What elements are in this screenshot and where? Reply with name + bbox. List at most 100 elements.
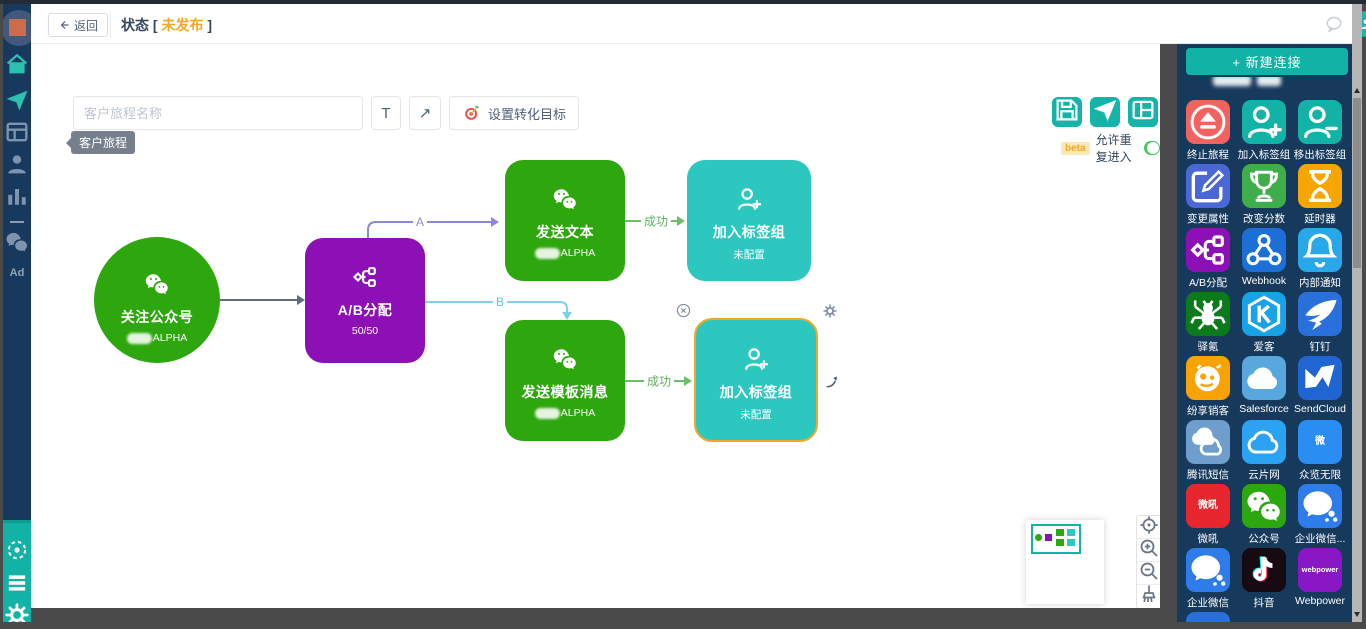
bell-icon — [1298, 228, 1342, 272]
pointer-tool-button[interactable]: ↗ — [409, 96, 441, 130]
hourglass-icon — [1298, 164, 1342, 208]
layout-icon — [3, 118, 31, 151]
connector-item[interactable]: 驿氪 — [1180, 292, 1236, 354]
cloud-icon — [1242, 356, 1286, 400]
zoom-controls — [1136, 515, 1160, 608]
node-send-text[interactable]: 发送文本 ALPHA — [505, 160, 625, 281]
scrollbar-thumb[interactable] — [1353, 98, 1361, 268]
connector-item[interactable]: 纷享销客 — [1180, 356, 1236, 418]
sidebar-item-analytics[interactable] — [3, 186, 31, 210]
connector-item[interactable]: 内部通知 — [1292, 228, 1348, 290]
sidebar-item-journey[interactable] — [3, 90, 31, 114]
wechat-icon — [548, 184, 582, 214]
chevron-circle-icon — [1184, 77, 1201, 86]
user-plus-icon — [739, 344, 773, 374]
sidebar-bottom-section — [3, 520, 31, 622]
connector-item[interactable]: webpower Webpower — [1292, 548, 1348, 607]
wechat-icon — [140, 269, 174, 299]
text-tool-button[interactable]: T — [371, 96, 401, 130]
sidebar-item-radar[interactable] — [3, 540, 31, 564]
connector-item[interactable]: 抖音 — [1236, 548, 1292, 610]
connector-item[interactable]: Salesforce — [1236, 356, 1292, 415]
webpower-text-icon: webpower — [1298, 548, 1342, 592]
status-value: 未发布 — [161, 17, 204, 33]
connector-item[interactable]: 企业微信 — [1180, 548, 1236, 610]
split-icon — [1186, 228, 1230, 272]
connector-item[interactable]: 移出标签组 — [1292, 100, 1348, 162]
user-plus-icon — [1242, 100, 1286, 144]
reentry-toggle[interactable]: ✓ — [1144, 141, 1160, 155]
user-icon — [3, 150, 31, 183]
connector-item[interactable]: 改变分数 — [1236, 164, 1292, 226]
connector-item[interactable]: Webhook — [1236, 228, 1292, 287]
delete-node-icon[interactable] — [675, 302, 692, 319]
connector-item[interactable]: A/B分配 — [1180, 228, 1236, 290]
node-add-tag-1[interactable]: 加入标签组 未配置 — [687, 160, 811, 281]
sidebar-item-home[interactable] — [3, 53, 31, 78]
journey-tooltip: 客户旅程 — [65, 131, 136, 154]
sendcloud-m-icon — [1298, 356, 1342, 400]
connector-item[interactable]: 钉钉 — [1292, 292, 1348, 354]
node-send-template[interactable]: 发送模板消息 ALPHA — [505, 320, 625, 441]
edit-icon — [1186, 164, 1230, 208]
connector-item[interactable]: 爱客 — [1236, 292, 1292, 354]
robot-icon — [1186, 356, 1230, 400]
panel-toggle-button[interactable] — [1128, 97, 1158, 127]
connector-item[interactable]: 加入标签组 — [1236, 100, 1292, 162]
sidebar-item-settings[interactable] — [3, 602, 31, 622]
page-scrollbar[interactable] — [1352, 4, 1362, 622]
sidebar-divider — [10, 221, 24, 223]
scroll-down-arrow[interactable] — [1354, 612, 1360, 617]
connector-item[interactable]: 延时器 — [1292, 164, 1348, 226]
connector-item-partial[interactable] — [1180, 612, 1236, 622]
connection-handle-icon[interactable] — [824, 374, 840, 390]
sidebar-item-wechat[interactable] — [3, 232, 31, 256]
conversion-goal-button[interactable]: 设置转化目标 — [449, 96, 580, 130]
sidebar-item-contacts[interactable] — [3, 154, 31, 178]
journey-canvas[interactable]: T ↗ 设置转化目标 beta 允许重复进入 ✓ 客户旅程 A B 成功 成功 — [31, 44, 1160, 608]
back-button[interactable]: 返回 — [48, 13, 109, 37]
connector-item[interactable]: 微众览无限 — [1292, 420, 1348, 482]
minimap[interactable] — [1026, 520, 1104, 604]
connector-item[interactable]: 终止旅程 — [1180, 100, 1236, 162]
clear-canvas-button[interactable] — [1137, 585, 1160, 608]
dingtalk-wing-icon — [1298, 292, 1342, 336]
arrow-up-right-icon: ↗ — [418, 105, 432, 122]
connector-item[interactable]: 变更属性 — [1180, 164, 1236, 226]
journey-name-input[interactable] — [73, 96, 363, 130]
node-add-tag-2-selected[interactable]: 加入标签组 未配置 — [694, 318, 818, 442]
connector-panel: + 新建连接 终止旅程 加入标签组 移出标签组 变更属性 改变分数 延时器 A/… — [1177, 44, 1352, 622]
sidebar-item-dashboard[interactable] — [3, 122, 31, 146]
scroll-up-arrow[interactable] — [1354, 88, 1360, 93]
chat-icon — [3, 228, 31, 261]
node-ab-split[interactable]: A/B分配 50/50 — [305, 238, 425, 363]
connector-item[interactable]: 云片网 — [1236, 420, 1292, 482]
connector-item[interactable]: SendCloud — [1292, 356, 1348, 415]
message-bubble-icon[interactable] — [1324, 14, 1344, 34]
app-logo — [3, 10, 31, 46]
send-icon — [1090, 95, 1120, 130]
node-settings-gear-icon[interactable] — [822, 303, 838, 319]
back-arrow-icon — [58, 19, 70, 31]
sidebar-item-ad[interactable]: Ad — [3, 267, 31, 279]
home-icon — [3, 50, 31, 83]
sidebar-item-menu[interactable] — [3, 573, 31, 597]
wecom-icon — [1298, 484, 1342, 528]
wemi-text-icon: 微 — [1298, 420, 1342, 464]
edge-label-a: A — [412, 215, 428, 229]
double-cloud-icon — [1186, 420, 1230, 464]
connector-item[interactable]: 腾讯短信 — [1180, 420, 1236, 482]
node-follow-account[interactable]: 关注公众号 ALPHA — [94, 237, 220, 363]
publish-button[interactable] — [1090, 97, 1120, 127]
beta-badge: beta — [1061, 141, 1090, 155]
bar-chart-icon — [3, 182, 31, 215]
connector-item[interactable]: 企业微信... — [1292, 484, 1348, 546]
separator — [110, 12, 111, 38]
new-connection-button[interactable]: + 新建连接 — [1186, 48, 1348, 75]
wecom-icon — [1186, 548, 1230, 592]
top-bar: 返回 状态 [ 未发布 ] — [31, 4, 1366, 44]
connector-item[interactable]: 公众号 — [1236, 484, 1292, 546]
connector-item[interactable]: 微吼 微吼 — [1180, 484, 1236, 546]
gear-icon — [3, 601, 31, 622]
save-button[interactable] — [1052, 97, 1082, 127]
